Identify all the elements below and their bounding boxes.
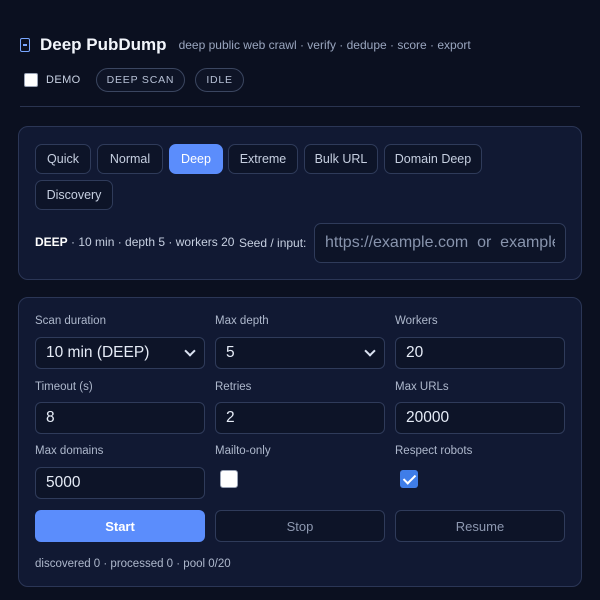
tab-domain-deep[interactable]: Domain Deep: [384, 144, 482, 174]
max-depth-value: 5: [226, 344, 235, 361]
resume-button[interactable]: Resume: [395, 510, 565, 542]
timeout-input[interactable]: 8: [35, 402, 205, 434]
crawl-stats: discovered 0 · processed 0 · pool 0/20: [35, 558, 231, 570]
start-button[interactable]: Start: [35, 510, 205, 542]
timeout-label: Timeout (s): [35, 381, 93, 393]
max-domains-input[interactable]: 5000: [35, 467, 205, 499]
workers-value: 20: [406, 344, 424, 361]
app-subtitle: deep public web crawl · verify · dedupe …: [178, 38, 471, 52]
scan-mode-badge: DEEP SCAN: [95, 68, 186, 92]
respect-robots-label: Respect robots: [395, 445, 473, 457]
max-urls-input[interactable]: 20000: [395, 402, 565, 434]
tab-quick[interactable]: Quick: [35, 144, 91, 174]
tab-normal[interactable]: Normal: [97, 144, 163, 174]
respect-robots-checkbox[interactable]: [400, 470, 418, 488]
mailto-only-label: Mailto-only: [215, 445, 271, 457]
max-urls-value: 20000: [406, 409, 450, 426]
timeout-value: 8: [46, 409, 55, 426]
scan-duration-value: 10 min (DEEP): [46, 344, 150, 361]
mode-name: DEEP: [35, 235, 68, 249]
header-divider: [20, 106, 580, 107]
mode-detail: · 10 min · depth 5 · workers 20: [67, 235, 235, 249]
app-header: Deep PubDump deep public web crawl · ver…: [20, 30, 580, 60]
seed-input[interactable]: [314, 223, 566, 263]
tab-discovery[interactable]: Discovery: [35, 180, 113, 210]
workers-label: Workers: [395, 315, 438, 327]
tab-deep[interactable]: Deep: [169, 144, 223, 174]
retries-input[interactable]: 2: [215, 402, 385, 434]
mode-panel: Quick Normal Deep Extreme Bulk URL Domai…: [18, 126, 582, 280]
chevron-down-icon: [364, 345, 376, 357]
mailto-only-checkbox[interactable]: [220, 470, 238, 488]
max-domains-label: Max domains: [35, 445, 104, 457]
seed-label: Seed / input:: [239, 236, 307, 250]
status-row: DEMO DEEP SCAN IDLE: [24, 67, 254, 93]
workers-input[interactable]: 20: [395, 337, 565, 369]
mode-summary: DEEP · 10 min · depth 5 · workers 20: [35, 235, 234, 249]
max-depth-select[interactable]: 5: [215, 337, 385, 369]
demo-checkbox[interactable]: [24, 73, 38, 87]
tab-extreme[interactable]: Extreme: [228, 144, 298, 174]
state-badge: IDLE: [195, 68, 244, 92]
tab-bulk-url[interactable]: Bulk URL: [304, 144, 378, 174]
max-depth-label: Max depth: [215, 315, 269, 327]
scan-duration-select[interactable]: 10 min (DEEP): [35, 337, 205, 369]
stop-button[interactable]: Stop: [215, 510, 385, 542]
max-urls-label: Max URLs: [395, 381, 449, 393]
chevron-down-icon: [184, 345, 196, 357]
retries-value: 2: [226, 409, 235, 426]
document-icon: [20, 38, 30, 52]
max-domains-value: 5000: [46, 474, 81, 491]
demo-label: DEMO: [46, 74, 81, 86]
retries-label: Retries: [215, 381, 252, 393]
scan-duration-label: Scan duration: [35, 315, 106, 327]
app-title: Deep PubDump: [40, 35, 167, 54]
settings-panel: Scan duration 10 min (DEEP) Max depth 5 …: [18, 297, 582, 587]
